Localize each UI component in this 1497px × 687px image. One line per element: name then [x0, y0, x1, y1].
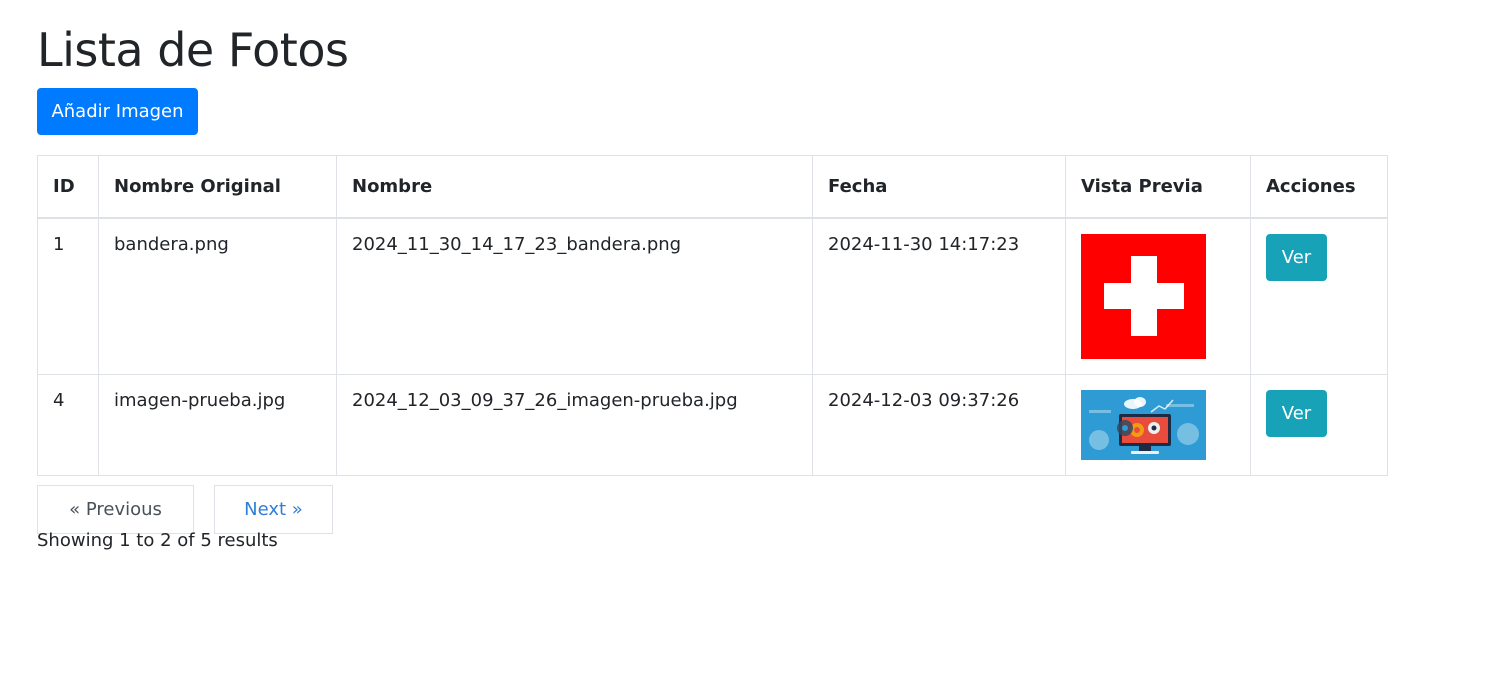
view-button[interactable]: Ver [1266, 390, 1327, 437]
add-image-button[interactable]: Añadir Imagen [37, 88, 198, 135]
column-header-name: Nombre [336, 155, 813, 219]
cell-name: 2024_12_03_09_37_26_imagen-prueba.jpg [336, 374, 813, 476]
column-header-preview: Vista Previa [1065, 155, 1251, 219]
cell-id: 4 [37, 374, 99, 476]
cell-original-name: imagen-prueba.jpg [98, 374, 337, 476]
view-button[interactable]: Ver [1266, 233, 1327, 281]
cell-name: 2024_11_30_14_17_23_bandera.png [336, 217, 813, 375]
cell-date: 2024-11-30 14:17:23 [812, 217, 1066, 375]
column-header-original-name: Nombre Original [98, 155, 337, 219]
page-title: Lista de Fotos [37, 23, 349, 77]
column-header-actions: Acciones [1250, 155, 1388, 219]
cell-preview [1065, 217, 1251, 375]
table-row: 4 imagen-prueba.jpg 2024_12_03_09_37_26_… [37, 374, 1388, 476]
swiss-flag-image [1081, 233, 1206, 359]
table-header-row: ID Nombre Original Nombre Fecha Vista Pr… [37, 155, 1388, 219]
column-header-id: ID [37, 155, 99, 219]
photos-table: ID Nombre Original Nombre Fecha Vista Pr… [37, 155, 1388, 476]
cell-id: 1 [37, 217, 99, 375]
cell-actions: Ver [1250, 217, 1388, 375]
cell-original-name: bandera.png [98, 217, 337, 375]
cell-actions: Ver [1250, 374, 1388, 476]
column-header-date: Fecha [812, 155, 1066, 219]
previous-page-button[interactable]: « Previous [37, 485, 194, 534]
cell-preview [1065, 374, 1251, 476]
tech-illustration-image [1081, 390, 1206, 460]
table-row: 1 bandera.png 2024_11_30_14_17_23_bander… [37, 217, 1388, 375]
next-page-button[interactable]: Next » [214, 485, 333, 534]
cell-date: 2024-12-03 09:37:26 [812, 374, 1066, 476]
page-container: Lista de Fotos Añadir Imagen ID Nombre O… [0, 0, 1497, 687]
results-summary: Showing 1 to 2 of 5 results [37, 530, 278, 551]
